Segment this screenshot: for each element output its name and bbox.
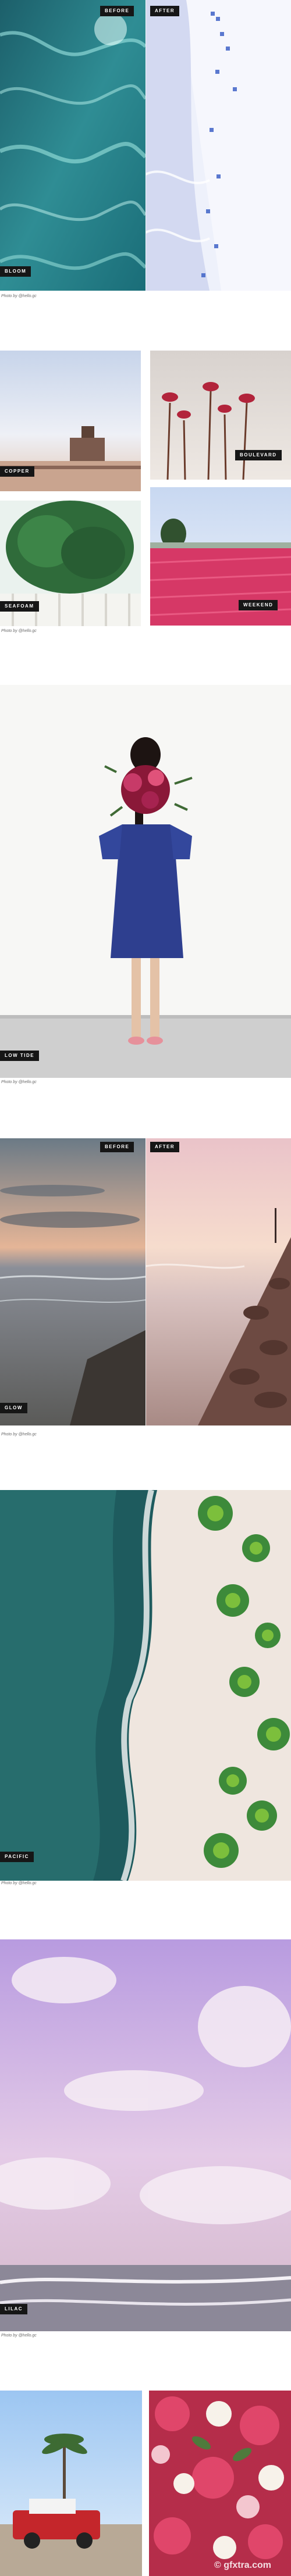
lowtide-photo-credit: Photo by @hello.gc — [1, 1080, 37, 1084]
bloom-before-label: BEFORE — [100, 6, 134, 16]
bloom-after-photo — [146, 0, 291, 291]
glow-before-photo — [0, 1138, 146, 1425]
glow-before-label: BEFORE — [100, 1142, 134, 1152]
boulevard-preset-label: BOULEVARD — [235, 450, 282, 460]
lilac-preset-label: LILAC — [0, 2304, 28, 2314]
coast-car-photo — [0, 2391, 142, 2576]
pacific-photo — [0, 1490, 291, 1881]
quad-photo-credit: Photo by @hello.gc — [1, 629, 37, 633]
pacific-preset-label: PACIFIC — [0, 1852, 34, 1862]
glow-after-photo — [146, 1138, 291, 1425]
bloom-photo-credit: Photo by @hello.gc — [1, 294, 37, 298]
lowtide-photo — [0, 685, 291, 1078]
glow-after-label: AFTER — [150, 1142, 180, 1152]
bloom-before-photo — [0, 0, 146, 291]
bloom-after-label: AFTER — [150, 6, 180, 16]
weekend-preset-label: WEEKEND — [239, 600, 278, 610]
lowtide-preset-label: LOW TIDE — [0, 1051, 40, 1061]
flowers-photo — [149, 2391, 291, 2576]
glow-photo-credit: Photo by @hello.gc — [1, 1432, 37, 1437]
watermark-text: © gfxtra.com — [214, 2560, 272, 2570]
lilac-photo — [0, 1939, 291, 2331]
seafoam-preset-label: SEAFOAM — [0, 601, 39, 612]
bloom-preset-label: BLOOM — [0, 266, 31, 277]
pacific-photo-credit: Photo by @hello.gc — [1, 1881, 37, 1885]
lilac-photo-credit: Photo by @hello.gc — [1, 2334, 37, 2338]
copper-preset-label: COPPER — [0, 466, 34, 477]
glow-preset-label: GLOW — [0, 1403, 27, 1413]
